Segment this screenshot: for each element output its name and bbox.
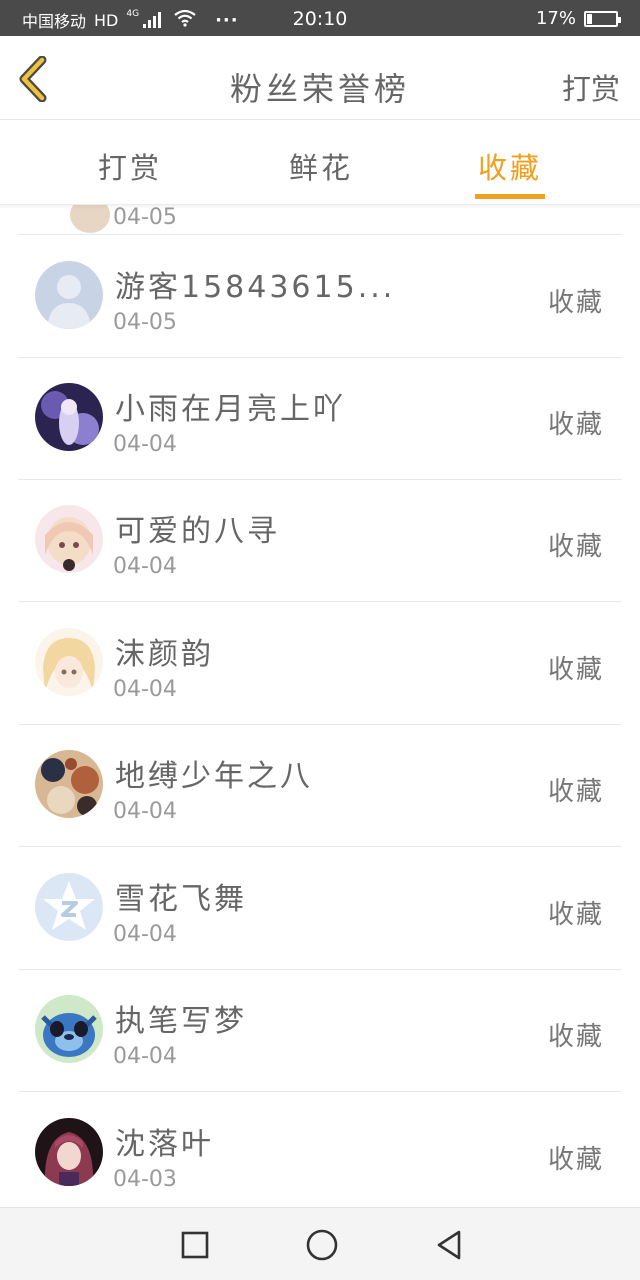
list-item-action: 收藏 bbox=[547, 777, 604, 807]
list-item-date: 04-04 bbox=[113, 677, 177, 702]
list-item-action: 收藏 bbox=[547, 1145, 604, 1175]
triangle-back-icon bbox=[437, 1230, 461, 1260]
square-icon bbox=[181, 1231, 209, 1259]
anime-avatar bbox=[35, 628, 103, 696]
list-item-name: 可爱的八寻 bbox=[115, 514, 280, 549]
list-item-date: 04-03 bbox=[113, 1167, 177, 1192]
list-item-action: 收藏 bbox=[547, 655, 604, 685]
list-item-name: 地缚少年之八 bbox=[115, 759, 313, 794]
recent-apps-button[interactable] bbox=[178, 1228, 212, 1262]
active-tab-indicator bbox=[475, 194, 545, 199]
anime-avatar bbox=[35, 750, 103, 818]
list-item[interactable]: 小雨在月亮上吖 04-04 收藏 bbox=[18, 358, 622, 480]
list-item-date: 04-04 bbox=[113, 432, 177, 457]
fan-list[interactable]: 04-05 游客15843615... 04-05 收藏 小雨在月亮上吖 04-… bbox=[0, 205, 640, 1207]
status-bar: 中国移动 HD 4G ··· 20:10 17% bbox=[0, 0, 640, 36]
list-item-action: 收藏 bbox=[547, 410, 604, 440]
home-button[interactable] bbox=[305, 1228, 339, 1262]
back-nav-button[interactable] bbox=[432, 1228, 466, 1262]
battery-icon bbox=[584, 10, 621, 27]
list-item[interactable]: 沈落叶 04-03 收藏 bbox=[18, 1093, 622, 1207]
list-item-name: 执笔写梦 bbox=[115, 1004, 247, 1039]
page-title: 粉丝荣誉榜 bbox=[229, 70, 410, 108]
qq-logo-avatar bbox=[35, 873, 103, 941]
list-item-name: 沈落叶 bbox=[115, 1127, 214, 1162]
list-item[interactable]: 执笔写梦 04-04 收藏 bbox=[18, 970, 622, 1092]
avatar bbox=[70, 205, 110, 233]
list-item-date: 04-04 bbox=[113, 1044, 177, 1069]
list-item-action: 收藏 bbox=[547, 288, 604, 318]
list-item-date: 04-04 bbox=[113, 922, 177, 947]
list-item-date: 04-04 bbox=[113, 799, 177, 824]
tab-reward[interactable]: 打赏 bbox=[75, 145, 185, 187]
list-item-name: 雪花飞舞 bbox=[115, 882, 247, 917]
list-item-name: 沫颜韵 bbox=[115, 637, 214, 672]
system-nav-bar bbox=[0, 1207, 640, 1280]
tab-favorites[interactable]: 收藏 bbox=[455, 145, 565, 187]
anime-avatar bbox=[35, 1118, 103, 1186]
list-item[interactable]: 04-05 bbox=[18, 205, 622, 235]
list-item-name: 游客15843615... bbox=[115, 270, 396, 305]
list-item[interactable]: 游客15843615... 04-05 收藏 bbox=[18, 236, 622, 358]
cartoon-avatar bbox=[35, 995, 103, 1063]
tab-flowers[interactable]: 鲜花 bbox=[266, 145, 376, 187]
header: 粉丝荣誉榜 打赏 bbox=[0, 36, 640, 120]
list-item-action: 收藏 bbox=[547, 532, 604, 562]
anime-avatar bbox=[35, 505, 103, 573]
list-item[interactable]: 沫颜韵 04-04 收藏 bbox=[18, 603, 622, 725]
list-item[interactable]: 可爱的八寻 04-04 收藏 bbox=[18, 480, 622, 602]
circle-icon bbox=[306, 1229, 338, 1261]
list-item-date: 04-05 bbox=[113, 310, 177, 335]
list-item-name: 小雨在月亮上吖 bbox=[115, 392, 346, 427]
reward-button[interactable]: 打赏 bbox=[562, 66, 620, 108]
list-item[interactable]: 地缚少年之八 04-04 收藏 bbox=[18, 725, 622, 847]
default-user-avatar bbox=[35, 261, 103, 329]
list-item-date: 04-05 bbox=[113, 205, 177, 230]
battery-level bbox=[587, 13, 592, 24]
battery-percent: 17% bbox=[535, 8, 576, 29]
list-item-date: 04-04 bbox=[113, 554, 177, 579]
anime-avatar bbox=[35, 383, 103, 451]
list-item[interactable]: 雪花飞舞 04-04 收藏 bbox=[18, 848, 622, 970]
list-item-action: 收藏 bbox=[547, 900, 604, 930]
tab-bar: 打赏 鲜花 收藏 bbox=[0, 121, 640, 205]
list-item-action: 收藏 bbox=[547, 1022, 604, 1052]
